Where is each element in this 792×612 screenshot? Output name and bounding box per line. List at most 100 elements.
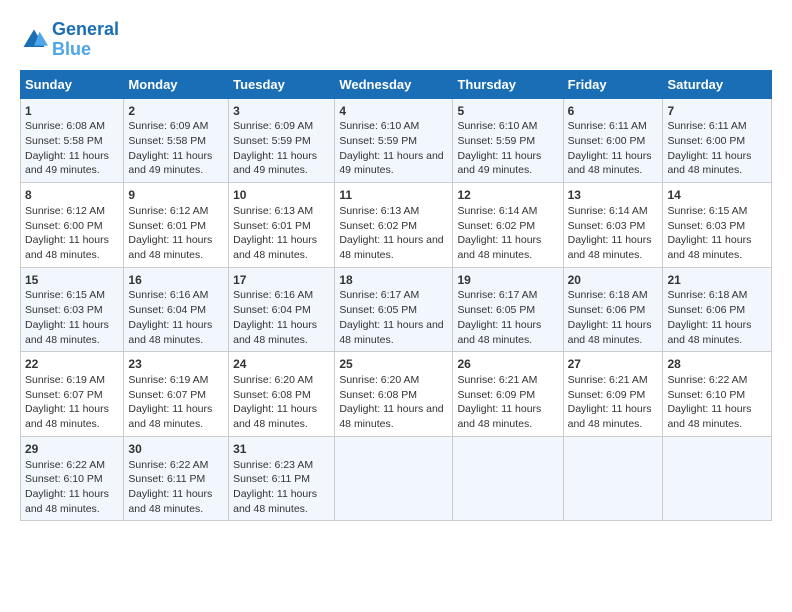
- cell-content: Sunrise: 6:16 AMSunset: 6:04 PMDaylight:…: [128, 288, 224, 347]
- day-number: 25: [339, 356, 448, 373]
- day-number: 19: [457, 272, 558, 289]
- cell-content: Sunrise: 6:22 AMSunset: 6:10 PMDaylight:…: [667, 373, 767, 432]
- cell-content: Sunrise: 6:11 AMSunset: 6:00 PMDaylight:…: [568, 119, 659, 178]
- calendar-cell: 19Sunrise: 6:17 AMSunset: 6:05 PMDayligh…: [453, 267, 563, 352]
- day-number: 31: [233, 441, 330, 458]
- calendar-cell: 16Sunrise: 6:16 AMSunset: 6:04 PMDayligh…: [124, 267, 229, 352]
- day-number: 17: [233, 272, 330, 289]
- week-row-5: 29Sunrise: 6:22 AMSunset: 6:10 PMDayligh…: [21, 436, 772, 521]
- day-number: 15: [25, 272, 119, 289]
- calendar-cell: 30Sunrise: 6:22 AMSunset: 6:11 PMDayligh…: [124, 436, 229, 521]
- cell-content: Sunrise: 6:13 AMSunset: 6:01 PMDaylight:…: [233, 204, 330, 263]
- calendar-cell: 4Sunrise: 6:10 AMSunset: 5:59 PMDaylight…: [335, 98, 453, 183]
- calendar-table: SundayMondayTuesdayWednesdayThursdayFrid…: [20, 70, 772, 522]
- day-number: 20: [568, 272, 659, 289]
- day-number: 24: [233, 356, 330, 373]
- calendar-cell: 25Sunrise: 6:20 AMSunset: 6:08 PMDayligh…: [335, 352, 453, 437]
- cell-content: Sunrise: 6:09 AMSunset: 5:58 PMDaylight:…: [128, 119, 224, 178]
- day-number: 1: [25, 103, 119, 120]
- day-number: 6: [568, 103, 659, 120]
- cell-content: Sunrise: 6:18 AMSunset: 6:06 PMDaylight:…: [667, 288, 767, 347]
- calendar-cell: 11Sunrise: 6:13 AMSunset: 6:02 PMDayligh…: [335, 183, 453, 268]
- calendar-cell: 21Sunrise: 6:18 AMSunset: 6:06 PMDayligh…: [663, 267, 772, 352]
- cell-content: Sunrise: 6:17 AMSunset: 6:05 PMDaylight:…: [339, 288, 448, 347]
- cell-content: Sunrise: 6:19 AMSunset: 6:07 PMDaylight:…: [128, 373, 224, 432]
- header-friday: Friday: [563, 70, 663, 98]
- day-number: 23: [128, 356, 224, 373]
- week-row-1: 1Sunrise: 6:08 AMSunset: 5:58 PMDaylight…: [21, 98, 772, 183]
- day-number: 22: [25, 356, 119, 373]
- cell-content: Sunrise: 6:20 AMSunset: 6:08 PMDaylight:…: [233, 373, 330, 432]
- calendar-cell: 28Sunrise: 6:22 AMSunset: 6:10 PMDayligh…: [663, 352, 772, 437]
- calendar-cell: 7Sunrise: 6:11 AMSunset: 6:00 PMDaylight…: [663, 98, 772, 183]
- day-number: 11: [339, 187, 448, 204]
- calendar-cell: 14Sunrise: 6:15 AMSunset: 6:03 PMDayligh…: [663, 183, 772, 268]
- day-number: 9: [128, 187, 224, 204]
- day-number: 13: [568, 187, 659, 204]
- calendar-cell: 6Sunrise: 6:11 AMSunset: 6:00 PMDaylight…: [563, 98, 663, 183]
- calendar-cell: 17Sunrise: 6:16 AMSunset: 6:04 PMDayligh…: [229, 267, 335, 352]
- calendar-cell: 31Sunrise: 6:23 AMSunset: 6:11 PMDayligh…: [229, 436, 335, 521]
- calendar-cell: 1Sunrise: 6:08 AMSunset: 5:58 PMDaylight…: [21, 98, 124, 183]
- cell-content: Sunrise: 6:10 AMSunset: 5:59 PMDaylight:…: [457, 119, 558, 178]
- cell-content: Sunrise: 6:20 AMSunset: 6:08 PMDaylight:…: [339, 373, 448, 432]
- calendar-cell: 10Sunrise: 6:13 AMSunset: 6:01 PMDayligh…: [229, 183, 335, 268]
- calendar-cell: 26Sunrise: 6:21 AMSunset: 6:09 PMDayligh…: [453, 352, 563, 437]
- header-monday: Monday: [124, 70, 229, 98]
- cell-content: Sunrise: 6:22 AMSunset: 6:11 PMDaylight:…: [128, 458, 224, 517]
- calendar-cell: 22Sunrise: 6:19 AMSunset: 6:07 PMDayligh…: [21, 352, 124, 437]
- calendar-cell: [453, 436, 563, 521]
- day-number: 2: [128, 103, 224, 120]
- day-number: 10: [233, 187, 330, 204]
- cell-content: Sunrise: 6:12 AMSunset: 6:01 PMDaylight:…: [128, 204, 224, 263]
- day-number: 12: [457, 187, 558, 204]
- calendar-cell: 8Sunrise: 6:12 AMSunset: 6:00 PMDaylight…: [21, 183, 124, 268]
- cell-content: Sunrise: 6:17 AMSunset: 6:05 PMDaylight:…: [457, 288, 558, 347]
- day-number: 30: [128, 441, 224, 458]
- cell-content: Sunrise: 6:15 AMSunset: 6:03 PMDaylight:…: [667, 204, 767, 263]
- cell-content: Sunrise: 6:08 AMSunset: 5:58 PMDaylight:…: [25, 119, 119, 178]
- header-saturday: Saturday: [663, 70, 772, 98]
- day-number: 27: [568, 356, 659, 373]
- calendar-cell: 24Sunrise: 6:20 AMSunset: 6:08 PMDayligh…: [229, 352, 335, 437]
- calendar-cell: [663, 436, 772, 521]
- calendar-cell: 12Sunrise: 6:14 AMSunset: 6:02 PMDayligh…: [453, 183, 563, 268]
- header-wednesday: Wednesday: [335, 70, 453, 98]
- calendar-cell: 3Sunrise: 6:09 AMSunset: 5:59 PMDaylight…: [229, 98, 335, 183]
- calendar-cell: 15Sunrise: 6:15 AMSunset: 6:03 PMDayligh…: [21, 267, 124, 352]
- week-row-3: 15Sunrise: 6:15 AMSunset: 6:03 PMDayligh…: [21, 267, 772, 352]
- cell-content: Sunrise: 6:21 AMSunset: 6:09 PMDaylight:…: [568, 373, 659, 432]
- calendar-cell: [335, 436, 453, 521]
- cell-content: Sunrise: 6:16 AMSunset: 6:04 PMDaylight:…: [233, 288, 330, 347]
- calendar-cell: 29Sunrise: 6:22 AMSunset: 6:10 PMDayligh…: [21, 436, 124, 521]
- calendar-cell: [563, 436, 663, 521]
- day-number: 5: [457, 103, 558, 120]
- cell-content: Sunrise: 6:13 AMSunset: 6:02 PMDaylight:…: [339, 204, 448, 263]
- week-row-4: 22Sunrise: 6:19 AMSunset: 6:07 PMDayligh…: [21, 352, 772, 437]
- header-thursday: Thursday: [453, 70, 563, 98]
- day-number: 8: [25, 187, 119, 204]
- calendar-cell: 13Sunrise: 6:14 AMSunset: 6:03 PMDayligh…: [563, 183, 663, 268]
- calendar-cell: 5Sunrise: 6:10 AMSunset: 5:59 PMDaylight…: [453, 98, 563, 183]
- cell-content: Sunrise: 6:14 AMSunset: 6:03 PMDaylight:…: [568, 204, 659, 263]
- day-number: 26: [457, 356, 558, 373]
- day-number: 29: [25, 441, 119, 458]
- calendar-cell: 2Sunrise: 6:09 AMSunset: 5:58 PMDaylight…: [124, 98, 229, 183]
- cell-content: Sunrise: 6:11 AMSunset: 6:00 PMDaylight:…: [667, 119, 767, 178]
- cell-content: Sunrise: 6:23 AMSunset: 6:11 PMDaylight:…: [233, 458, 330, 517]
- cell-content: Sunrise: 6:19 AMSunset: 6:07 PMDaylight:…: [25, 373, 119, 432]
- day-number: 14: [667, 187, 767, 204]
- calendar-cell: 27Sunrise: 6:21 AMSunset: 6:09 PMDayligh…: [563, 352, 663, 437]
- logo-icon: [20, 26, 48, 54]
- day-number: 21: [667, 272, 767, 289]
- day-number: 4: [339, 103, 448, 120]
- calendar-body: 1Sunrise: 6:08 AMSunset: 5:58 PMDaylight…: [21, 98, 772, 521]
- day-number: 7: [667, 103, 767, 120]
- calendar-cell: 18Sunrise: 6:17 AMSunset: 6:05 PMDayligh…: [335, 267, 453, 352]
- logo: General Blue: [20, 20, 119, 60]
- logo-text: General Blue: [52, 20, 119, 60]
- calendar-cell: 23Sunrise: 6:19 AMSunset: 6:07 PMDayligh…: [124, 352, 229, 437]
- cell-content: Sunrise: 6:10 AMSunset: 5:59 PMDaylight:…: [339, 119, 448, 178]
- cell-content: Sunrise: 6:09 AMSunset: 5:59 PMDaylight:…: [233, 119, 330, 178]
- day-number: 3: [233, 103, 330, 120]
